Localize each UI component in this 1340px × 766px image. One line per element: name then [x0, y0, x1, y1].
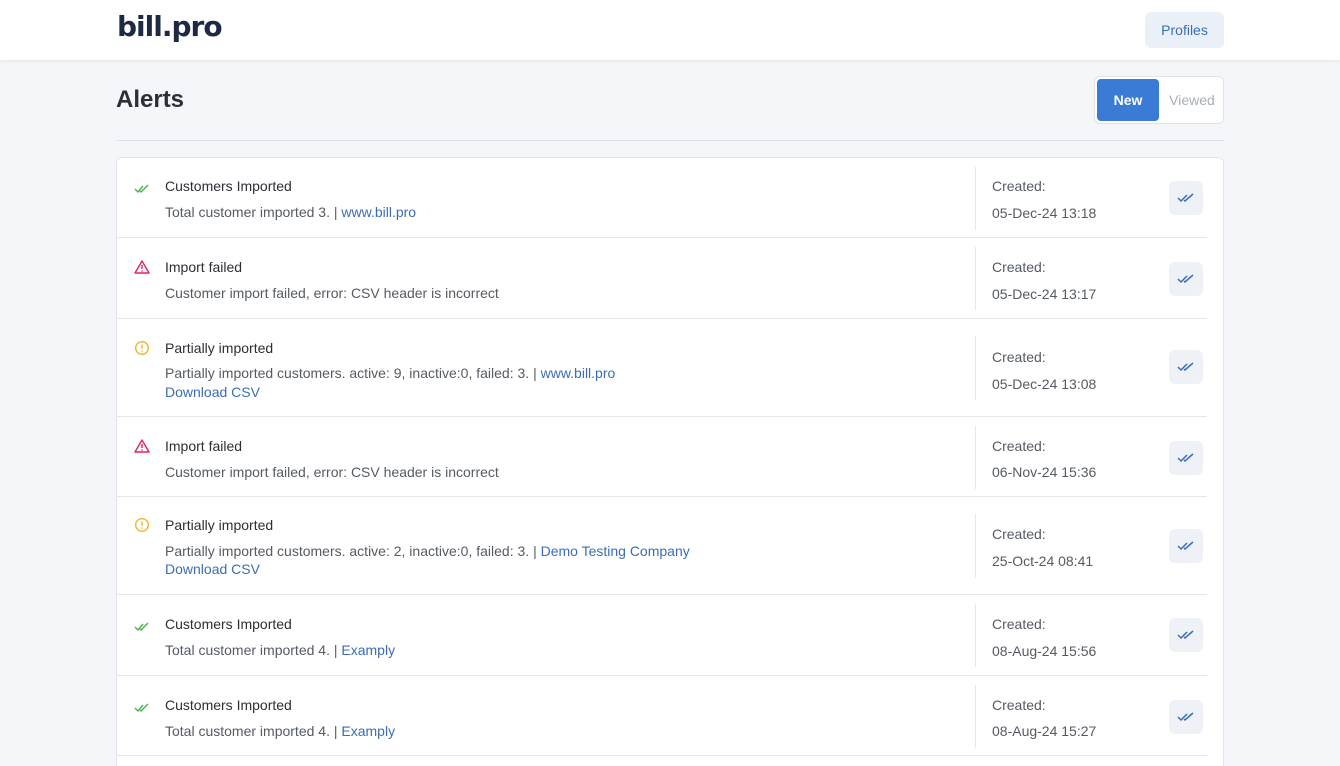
alert-title: Customers Imported: [165, 178, 292, 194]
created-date: 05-Dec-24 13:17: [992, 286, 1097, 302]
alert-title: Import failed: [165, 438, 243, 454]
alert-title: Customers Imported: [165, 616, 292, 632]
alert-message: Total customer imported 4. | Examply: [165, 642, 395, 658]
created-date: 05-Dec-24 13:18: [992, 205, 1097, 221]
alert-title: Customers Imported: [165, 697, 292, 713]
mark-viewed-button[interactable]: [1169, 441, 1203, 475]
mark-viewed-button[interactable]: [1169, 181, 1203, 215]
new-viewed-toggle: New Viewed: [1094, 76, 1224, 124]
alert-link[interactable]: www.bill.pro: [541, 365, 616, 381]
created-label: Created:: [992, 178, 1046, 194]
created-label: Created:: [992, 526, 1046, 542]
warning-triangle-icon: [134, 259, 150, 275]
double-check-icon: [1177, 453, 1194, 463]
alert-message-text: Total customer imported 4.: [165, 642, 330, 658]
alert-separator: |: [333, 723, 338, 739]
top-bar: bill.pro Profiles: [0, 0, 1340, 60]
column-divider: [975, 426, 976, 489]
profiles-button[interactable]: Profiles: [1145, 12, 1224, 48]
page-title: Alerts: [116, 86, 185, 113]
alert-row: Customers Imported Total customer importe…: [117, 595, 1223, 676]
alert-message: Customer import failed, error: CSV heade…: [165, 285, 499, 301]
created-label: Created:: [992, 438, 1046, 454]
alert-separator: |: [533, 365, 537, 381]
alert-message-text: Partially imported customers. active: 2,…: [165, 543, 530, 559]
mark-viewed-button[interactable]: [1169, 350, 1203, 384]
download-csv-link[interactable]: Download CSV: [165, 384, 260, 400]
double-check-icon: [1177, 541, 1194, 551]
mark-viewed-button[interactable]: [1169, 529, 1203, 563]
double-check-icon: [134, 701, 150, 717]
alert-title: Import failed: [165, 259, 243, 275]
created-date: 05-Dec-24 13:08: [992, 376, 1097, 392]
alert-message: Total customer imported 3. | www.bill.pr…: [165, 204, 416, 220]
created-date: 06-Nov-24 15:36: [992, 464, 1097, 480]
alert-separator: |: [333, 642, 338, 658]
double-check-icon: [134, 182, 150, 198]
column-divider: [975, 247, 976, 310]
alert-message: Total customer imported 4. | Examply: [165, 723, 395, 739]
warning-triangle-icon: [134, 438, 150, 454]
alert-link[interactable]: Demo Testing Company: [541, 543, 690, 559]
row-divider: [117, 755, 1207, 756]
alert-message-text: Partially imported customers. active: 9,…: [165, 365, 530, 381]
created-label: Created:: [992, 349, 1046, 365]
alert-row: Import failed Customer import failed, err…: [117, 238, 1223, 319]
title-divider: [116, 140, 1224, 141]
alerts-list: Customers Imported Total customer importe…: [116, 157, 1224, 766]
column-divider: [975, 685, 976, 748]
column-divider: [975, 167, 976, 230]
alert-message: Customer import failed, error: CSV heade…: [165, 464, 499, 480]
alert-separator: |: [533, 543, 537, 559]
alert-message-text: Customer import failed, error: CSV heade…: [165, 464, 499, 480]
created-label: Created:: [992, 259, 1046, 275]
alert-link[interactable]: Examply: [341, 723, 395, 739]
created-date: 25-Oct-24 08:41: [992, 553, 1094, 569]
alert-row: Customers Imported Total customer importe…: [117, 676, 1223, 756]
double-check-icon: [1177, 712, 1194, 722]
alert-title: Partially imported: [165, 340, 274, 356]
exclamation-circle-icon: [134, 517, 150, 533]
alert-link[interactable]: Examply: [341, 642, 395, 658]
double-check-icon: [134, 620, 150, 636]
double-check-icon: [1177, 193, 1194, 203]
alert-message-text: Total customer imported 4.: [165, 723, 330, 739]
new-tab-button[interactable]: New: [1097, 79, 1159, 121]
alert-row: Import failed Customer import failed, err…: [117, 417, 1223, 497]
mark-viewed-button[interactable]: [1169, 700, 1203, 734]
created-label: Created:: [992, 616, 1046, 632]
download-csv-link[interactable]: Download CSV: [165, 561, 260, 577]
created-date: 08-Aug-24 15:56: [992, 643, 1097, 659]
alert-message: Partially imported customers. active: 9,…: [165, 365, 615, 381]
mark-viewed-button[interactable]: [1169, 262, 1203, 296]
double-check-icon: [1177, 362, 1194, 372]
column-divider: [975, 336, 976, 400]
mark-viewed-button[interactable]: [1169, 618, 1203, 652]
double-check-icon: [1177, 630, 1194, 640]
created-label: Created:: [992, 697, 1046, 713]
alert-message: Partially imported customers. active: 2,…: [165, 543, 690, 559]
alert-row: Customers Imported Total customer importe…: [117, 158, 1223, 238]
alert-separator: |: [333, 204, 338, 220]
created-date: 08-Aug-24 15:27: [992, 723, 1097, 739]
alert-title: Partially imported: [165, 517, 274, 533]
viewed-tab-button[interactable]: Viewed: [1161, 79, 1223, 121]
alert-row: Partially imported Partially imported cus…: [117, 319, 1223, 417]
alert-row: Partially imported Partially imported cus…: [117, 497, 1223, 595]
alert-link[interactable]: www.bill.pro: [341, 204, 416, 220]
exclamation-circle-icon: [134, 340, 150, 356]
column-divider: [975, 604, 976, 667]
column-divider: [975, 514, 976, 578]
logo[interactable]: bill.pro: [117, 10, 223, 43]
double-check-icon: [1177, 274, 1194, 284]
alert-message-text: Customer import failed, error: CSV heade…: [165, 285, 499, 301]
alert-message-text: Total customer imported 3.: [165, 204, 330, 220]
